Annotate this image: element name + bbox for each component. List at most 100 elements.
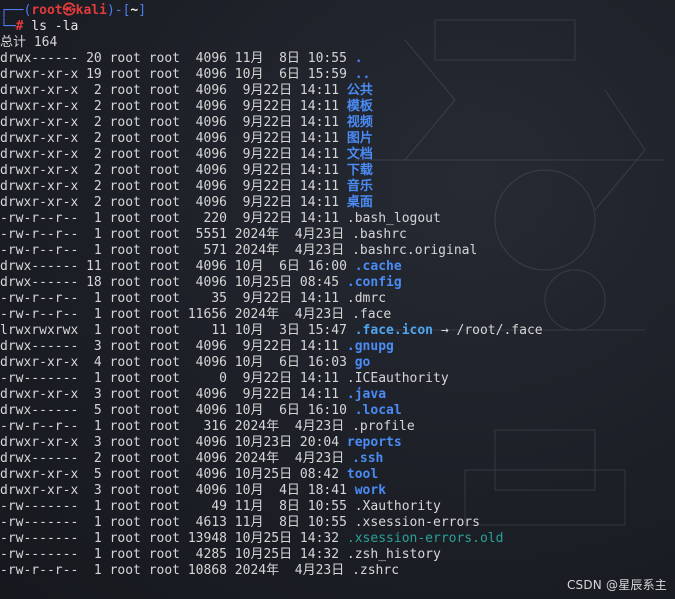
listing-row-name: .Xauthority [354, 499, 441, 514]
listing-row-name: .local [354, 403, 402, 418]
listing-row: drwx------ 20 root root 4096 11月 8日 10:5… [0, 51, 675, 67]
listing-row-name: .. [354, 67, 371, 82]
listing-row: drwxr-xr-x 2 root root 4096 9月22日 14:11 … [0, 115, 675, 131]
listing-row-name: .xsession-errors [354, 515, 480, 530]
listing-row-name: .bashrc.original [352, 243, 478, 258]
listing-row: drwxr-xr-x 2 root root 4096 9月22日 14:11 … [0, 131, 675, 147]
listing-row-name: 桌面 [346, 195, 373, 210]
listing-row-meta: -rw------- 1 root root 4613 11月 8日 10:55 [0, 515, 355, 530]
listing-row-meta: drwxr-xr-x 2 root root 4096 9月22日 14:11 [0, 163, 347, 178]
listing-row: drwxr-xr-x 19 root root 4096 10月 6日 15:5… [0, 67, 675, 83]
listing-row-name: 视频 [346, 115, 373, 130]
listing-row: drwx------ 18 root root 4096 10月25日 08:4… [0, 275, 675, 291]
listing-row-meta: -rw------- 1 root root 13948 10月25日 14:3… [0, 531, 347, 546]
listing-row-name: 公共 [346, 83, 373, 98]
listing-row: -rw-r--r-- 1 root root 5551 2024年 4月23日 … [0, 227, 675, 243]
listing-row-name: reports [346, 435, 402, 450]
listing-row-meta: drwxr-xr-x 3 root root 4096 10月 4日 18:41 [0, 483, 355, 498]
listing-row-meta: drwx------ 20 root root 4096 11月 8日 10:5… [0, 51, 355, 66]
listing-row-meta: drwxr-xr-x 19 root root 4096 10月 6日 15:5… [0, 67, 355, 82]
symlink-target: /root/.face [456, 323, 543, 338]
listing-row: drwx------ 5 root root 4096 10月 6日 16:10… [0, 403, 675, 419]
prompt-line-top: ┌──(root㉿kali)-[~] [0, 3, 675, 19]
listing-row-meta: -rw-r--r-- 1 root root 316 2024年 4月23日 [0, 419, 353, 434]
listing-row-meta: drwx------ 3 root root 4096 9月22日 14:11 [0, 339, 347, 354]
listing-row-name: .face.icon [354, 323, 434, 338]
listing-row-name: .ssh [352, 451, 384, 466]
listing-row-meta: -rw------- 1 root root 4285 10月25日 14:32 [0, 547, 347, 562]
listing-row-meta: drwx------ 11 root root 4096 10月 6日 16:0… [0, 259, 355, 274]
listing-row-name: 文档 [346, 147, 373, 162]
listing-row: drwxr-xr-x 5 root root 4096 10月25日 08:42… [0, 467, 675, 483]
listing-row: -rw-r--r-- 1 root root 571 2024年 4月23日 .… [0, 243, 675, 259]
listing-row: drwxr-xr-x 4 root root 4096 10月 6日 16:03… [0, 355, 675, 371]
listing-row: drwxr-xr-x 2 root root 4096 9月22日 14:11 … [0, 147, 675, 163]
terminal-output[interactable]: ┌──(root㉿kali)-[~] └─# ls -la 总计 164 drw… [0, 3, 675, 579]
listing-row-meta: drwxr-xr-x 5 root root 4096 10月25日 08:42 [0, 467, 347, 482]
listing-row: drwxr-xr-x 2 root root 4096 9月22日 14:11 … [0, 83, 675, 99]
listing: drwx------ 20 root root 4096 11月 8日 10:5… [0, 51, 675, 579]
prompt-separator: )-[ [106, 3, 131, 18]
prompt-user-host: root㉿kali [31, 3, 107, 18]
listing-row-name: .ICEauthority [346, 371, 449, 386]
listing-row: drwxr-xr-x 2 root root 4096 9月22日 14:11 … [0, 179, 675, 195]
listing-row-name: .java [346, 387, 387, 402]
command-text: ls -la [23, 19, 79, 34]
listing-row-name: .xsession-errors.old [346, 531, 504, 546]
listing-row-meta: -rw-r--r-- 1 root root 35 9月22日 14:11 [0, 291, 347, 306]
prompt-bottom-bar: └─ [0, 19, 16, 34]
symlink-arrow-icon: → [433, 323, 457, 338]
listing-row: -rw-r--r-- 1 root root 316 2024年 4月23日 .… [0, 419, 675, 435]
listing-row-meta: -rw------- 1 root root 0 9月22日 14:11 [0, 371, 347, 386]
listing-row: -rw-r--r-- 1 root root 35 9月22日 14:11 .d… [0, 291, 675, 307]
listing-row-meta: drwxr-xr-x 2 root root 4096 9月22日 14:11 [0, 179, 347, 194]
listing-row-meta: -rw-r--r-- 1 root root 5551 2024年 4月23日 [0, 227, 353, 242]
listing-row-meta: drwxr-xr-x 2 root root 4096 9月22日 14:11 [0, 83, 347, 98]
listing-row: drwxr-xr-x 3 root root 4096 10月 4日 18:41… [0, 483, 675, 499]
listing-row-name: work [354, 483, 387, 498]
listing-row: -rw-r--r-- 1 root root 220 9月22日 14:11 .… [0, 211, 675, 227]
terminal-window[interactable]: ┌──(root㉿kali)-[~] └─# ls -la 总计 164 drw… [0, 0, 675, 599]
listing-row-meta: drwx------ 2 root root 4096 2024年 4月23日 [0, 451, 353, 466]
listing-row-meta: drwxr-xr-x 2 root root 4096 9月22日 14:11 [0, 195, 347, 210]
listing-row-meta: drwxr-xr-x 2 root root 4096 9月22日 14:11 [0, 147, 347, 162]
total-line: 总计 164 [0, 35, 58, 50]
listing-row: -rw------- 1 root root 49 11月 8日 10:55 .… [0, 499, 675, 515]
listing-row-name: .face [352, 307, 392, 322]
listing-row: drwxr-xr-x 2 root root 4096 9月22日 14:11 … [0, 163, 675, 179]
listing-row: drwxr-xr-x 3 root root 4096 9月22日 14:11 … [0, 387, 675, 403]
listing-row-name: .dmrc [346, 291, 387, 306]
listing-row: drwxr-xr-x 2 root root 4096 9月22日 14:11 … [0, 99, 675, 115]
listing-row: drwx------ 2 root root 4096 2024年 4月23日 … [0, 451, 675, 467]
listing-row-meta: -rw-r--r-- 1 root root 571 2024年 4月23日 [0, 243, 353, 258]
prompt-top-bar: ┌──( [0, 3, 32, 18]
listing-row-meta: drwxr-xr-x 3 root root 4096 9月22日 14:11 [0, 387, 347, 402]
listing-row: drwx------ 11 root root 4096 10月 6日 16:0… [0, 259, 675, 275]
listing-row-name: .bash_logout [346, 211, 441, 226]
prompt-close-bracket: ] [138, 3, 147, 18]
listing-row-name: 下载 [346, 163, 373, 178]
listing-row-meta: -rw-r--r-- 1 root root 10868 2024年 4月23日 [0, 563, 353, 578]
listing-row-name: .zshrc [352, 563, 400, 578]
csdn-watermark: CSDN @星辰系主 [566, 578, 667, 592]
listing-row-meta: drwxr-xr-x 3 root root 4096 10月23日 20:04 [0, 435, 347, 450]
listing-row-meta: -rw-r--r-- 1 root root 220 9月22日 14:11 [0, 211, 347, 226]
prompt-line-bottom: └─# ls -la [0, 19, 675, 35]
listing-row-name: tool [346, 467, 379, 482]
listing-row-name: .cache [354, 259, 402, 274]
listing-row-name: go [354, 355, 371, 370]
listing-row-name: 模板 [346, 99, 373, 114]
listing-row-name: 音乐 [346, 179, 373, 194]
listing-row-name: 图片 [346, 131, 373, 146]
listing-row: -rw------- 1 root root 13948 10月25日 14:3… [0, 531, 675, 547]
listing-row-name: .profile [352, 419, 415, 434]
listing-row-name: .gnupg [346, 339, 394, 354]
listing-row-meta: -rw------- 1 root root 49 11月 8日 10:55 [0, 499, 355, 514]
listing-row-name: .bashrc [352, 227, 407, 242]
listing-row: drwx------ 3 root root 4096 9月22日 14:11 … [0, 339, 675, 355]
listing-row: -rw------- 1 root root 4613 11月 8日 10:55… [0, 515, 675, 531]
listing-row-meta: drwxr-xr-x 2 root root 4096 9月22日 14:11 [0, 99, 347, 114]
listing-row-meta: lrwxrwxrwx 1 root root 11 10月 3日 15:47 [0, 323, 355, 338]
listing-row-name: .config [346, 275, 402, 290]
listing-row: lrwxrwxrwx 1 root root 11 10月 3日 15:47 .… [0, 323, 675, 339]
